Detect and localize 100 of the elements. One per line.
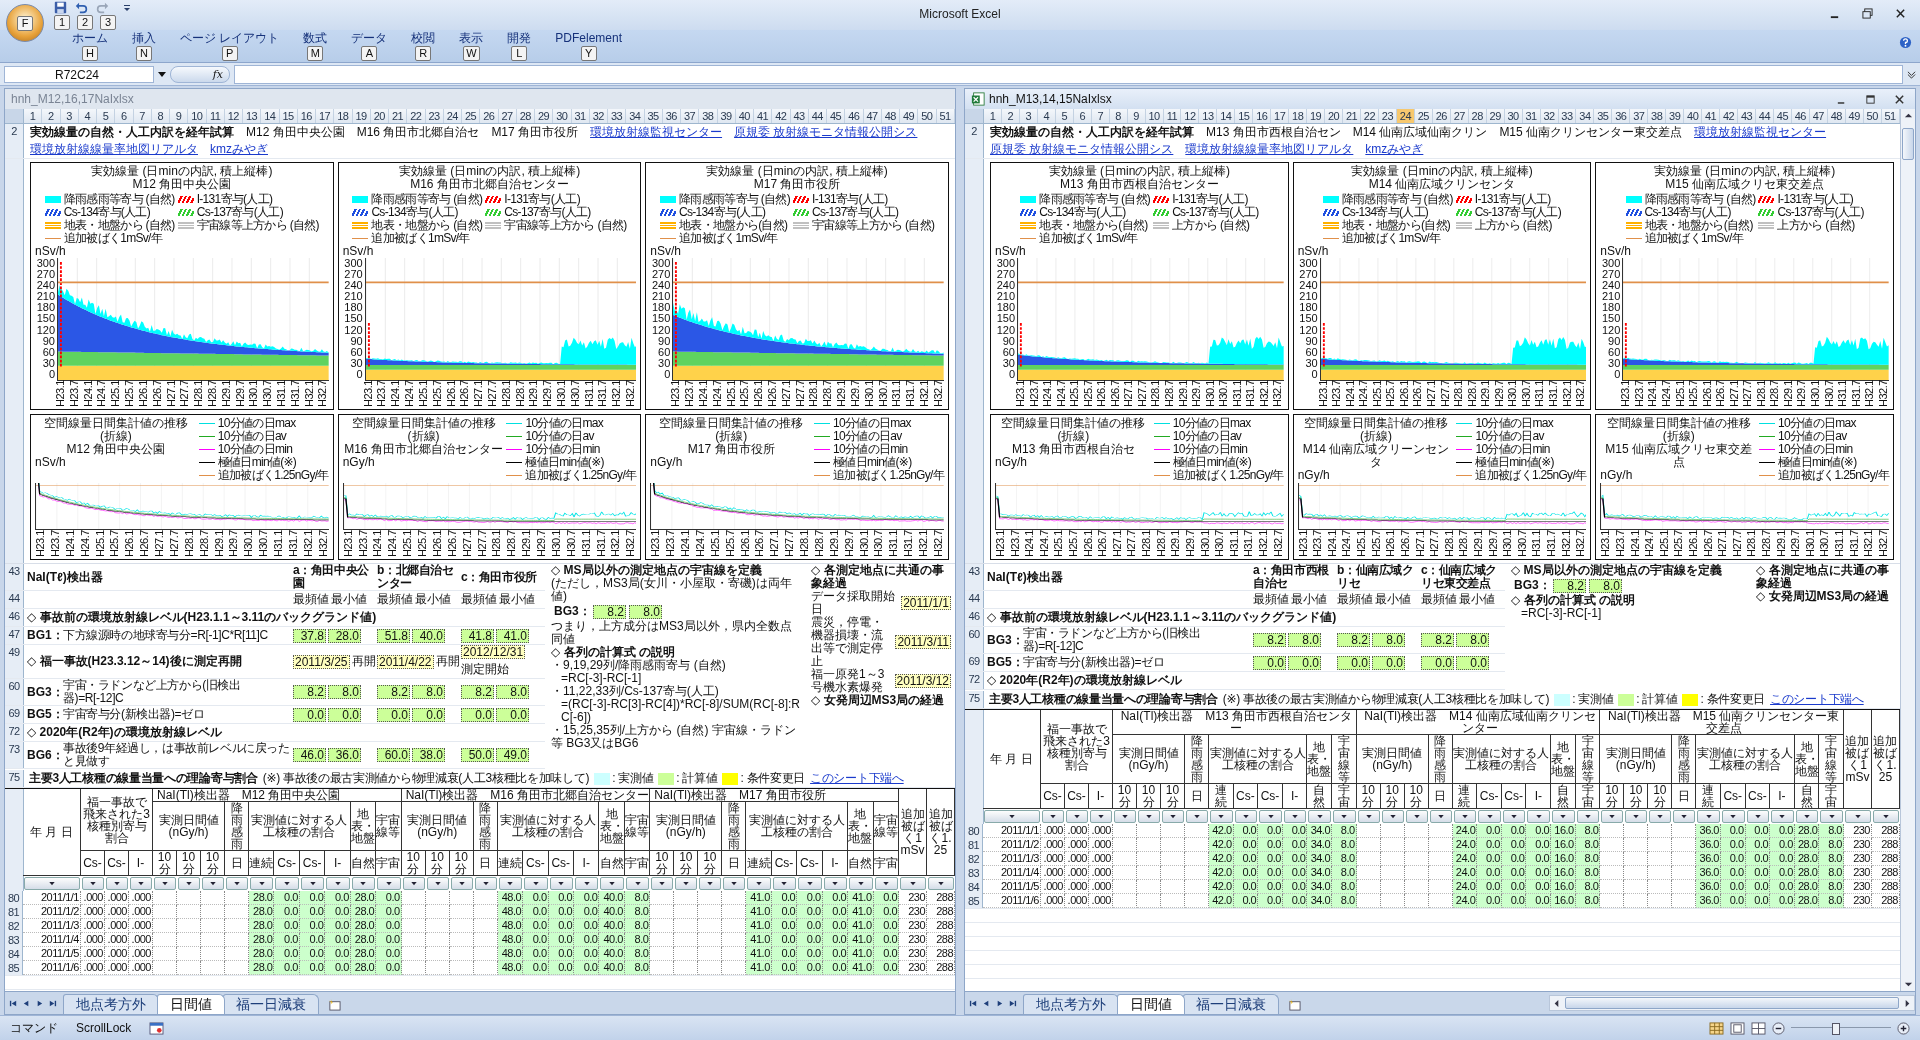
filter-button[interactable]	[351, 877, 376, 890]
close-icon[interactable]	[1895, 8, 1906, 19]
zoom-in-icon[interactable]	[1897, 1021, 1910, 1035]
link[interactable]: 原規委 放射線モニタ情報公開シス	[990, 141, 1174, 158]
column-header[interactable]: 24	[443, 109, 462, 123]
filter-button[interactable]	[377, 877, 401, 890]
filter-button[interactable]	[675, 877, 698, 890]
filter-button[interactable]	[1697, 810, 1720, 823]
column-header[interactable]: 38	[1648, 109, 1667, 123]
column-header[interactable]: 45	[827, 109, 846, 123]
column-header[interactable]: 39	[1666, 109, 1685, 123]
filter-button[interactable]	[600, 877, 624, 890]
column-header[interactable]: 26	[1432, 109, 1451, 123]
column-header[interactable]: 14	[1217, 109, 1236, 123]
ribbon-tab[interactable]: 挿入	[132, 32, 156, 45]
link[interactable]: kmzみやぎ	[210, 141, 268, 158]
column-header[interactable]: 14	[261, 109, 280, 123]
column-header[interactable]: 46	[845, 109, 864, 123]
macro-record-icon[interactable]	[149, 1021, 165, 1035]
column-header[interactable]: 11	[1163, 109, 1182, 123]
link[interactable]: 環境放射線線量率地図リアルタ	[30, 141, 198, 158]
filter-button[interactable]	[1357, 810, 1380, 823]
scroll-up-icon[interactable]	[1903, 111, 1913, 120]
filter-button[interactable]	[450, 877, 473, 890]
filter-button[interactable]	[651, 877, 674, 890]
filter-button[interactable]	[1114, 810, 1136, 823]
sheet-tab[interactable]: 福一日減衰	[1183, 994, 1279, 1014]
filter-button[interactable]	[747, 877, 771, 890]
column-header[interactable]: 5	[97, 109, 116, 123]
zoom-slider-thumb[interactable]	[1832, 1023, 1841, 1035]
filter-button[interactable]	[1453, 810, 1477, 823]
column-header[interactable]: 30	[1504, 109, 1523, 123]
column-header[interactable]: 20	[370, 109, 389, 123]
column-header[interactable]: 32	[1540, 109, 1559, 123]
column-header[interactable]: 32	[589, 109, 608, 123]
column-header[interactable]: 25	[462, 109, 481, 123]
filter-button[interactable]	[82, 877, 104, 890]
column-header[interactable]: 33	[1558, 109, 1577, 123]
filter-button[interactable]	[625, 877, 650, 890]
filter-button[interactable]	[1746, 810, 1770, 823]
column-header[interactable]: 49	[900, 109, 919, 123]
column-header[interactable]: 7	[1091, 109, 1110, 123]
column-header[interactable]: 10	[188, 109, 207, 123]
column-header[interactable]: 22	[1361, 109, 1379, 123]
column-header[interactable]: 21	[1343, 109, 1361, 123]
filter-button[interactable]	[1090, 810, 1112, 823]
next-sheet-icon[interactable]	[995, 998, 1004, 1008]
scroll-left-icon[interactable]	[1552, 998, 1561, 1008]
column-header[interactable]: 35	[1594, 109, 1613, 123]
filter-button[interactable]	[1429, 810, 1452, 823]
filter-button[interactable]	[549, 877, 573, 890]
filter-button[interactable]	[402, 877, 425, 890]
filter-button[interactable]	[226, 877, 248, 890]
filter-button[interactable]	[1673, 810, 1696, 823]
filter-button[interactable]	[524, 877, 548, 890]
column-header[interactable]: 31	[1522, 109, 1541, 123]
column-header[interactable]: 1	[24, 109, 43, 123]
restore-icon[interactable]	[1862, 8, 1873, 19]
column-header[interactable]: 23	[1378, 109, 1397, 123]
last-sheet-icon[interactable]	[1008, 998, 1017, 1008]
column-header[interactable]: 18	[1289, 109, 1308, 123]
column-header[interactable]: 22	[407, 109, 426, 123]
column-header[interactable]: 29	[535, 109, 554, 123]
sheet-tab[interactable]: 日間値	[157, 994, 225, 1014]
filter-button[interactable]	[1405, 810, 1428, 823]
column-header[interactable]: 2	[1001, 109, 1020, 123]
column-header[interactable]: 42	[1720, 109, 1739, 123]
filter-button[interactable]	[1820, 810, 1843, 823]
filter-button[interactable]	[1649, 810, 1672, 823]
column-header[interactable]: 44	[808, 109, 827, 123]
normal-view-icon[interactable]	[1709, 1021, 1724, 1035]
column-header[interactable]: 19	[1307, 109, 1326, 123]
insert-function-button[interactable]: fx	[170, 65, 230, 83]
filter-button[interactable]	[1576, 810, 1600, 823]
column-header[interactable]: 51	[1881, 109, 1900, 123]
ribbon-tab[interactable]: ページ レイアウト	[180, 32, 280, 45]
column-header[interactable]: 11	[206, 109, 225, 123]
column-header[interactable]: 27	[498, 109, 517, 123]
page-break-icon[interactable]	[1751, 1021, 1766, 1035]
column-header[interactable]: 34	[1576, 109, 1595, 123]
column-header[interactable]: 26	[480, 109, 499, 123]
filter-button[interactable]	[1721, 810, 1745, 823]
column-header[interactable]: 21	[389, 109, 408, 123]
column-header[interactable]: 46	[1791, 109, 1810, 123]
column-header[interactable]: 47	[1809, 109, 1828, 123]
column-header[interactable]: 7	[133, 109, 152, 123]
office-button[interactable]: F	[6, 4, 44, 42]
link[interactable]: 環境放射線監視センター	[1694, 124, 1827, 141]
filter-button[interactable]	[275, 877, 299, 890]
column-header[interactable]: 19	[352, 109, 371, 123]
filter-button[interactable]	[1162, 810, 1184, 823]
filter-button[interactable]	[1308, 810, 1332, 823]
filter-button[interactable]	[928, 877, 954, 890]
column-header[interactable]: 47	[863, 109, 882, 123]
column-header[interactable]: 40	[1684, 109, 1703, 123]
link[interactable]: このシート下端へ	[810, 770, 904, 787]
filter-button[interactable]	[1552, 810, 1575, 823]
column-header[interactable]: 10	[1145, 109, 1164, 123]
filter-button[interactable]	[1771, 810, 1794, 823]
column-header[interactable]: 37	[681, 109, 700, 123]
